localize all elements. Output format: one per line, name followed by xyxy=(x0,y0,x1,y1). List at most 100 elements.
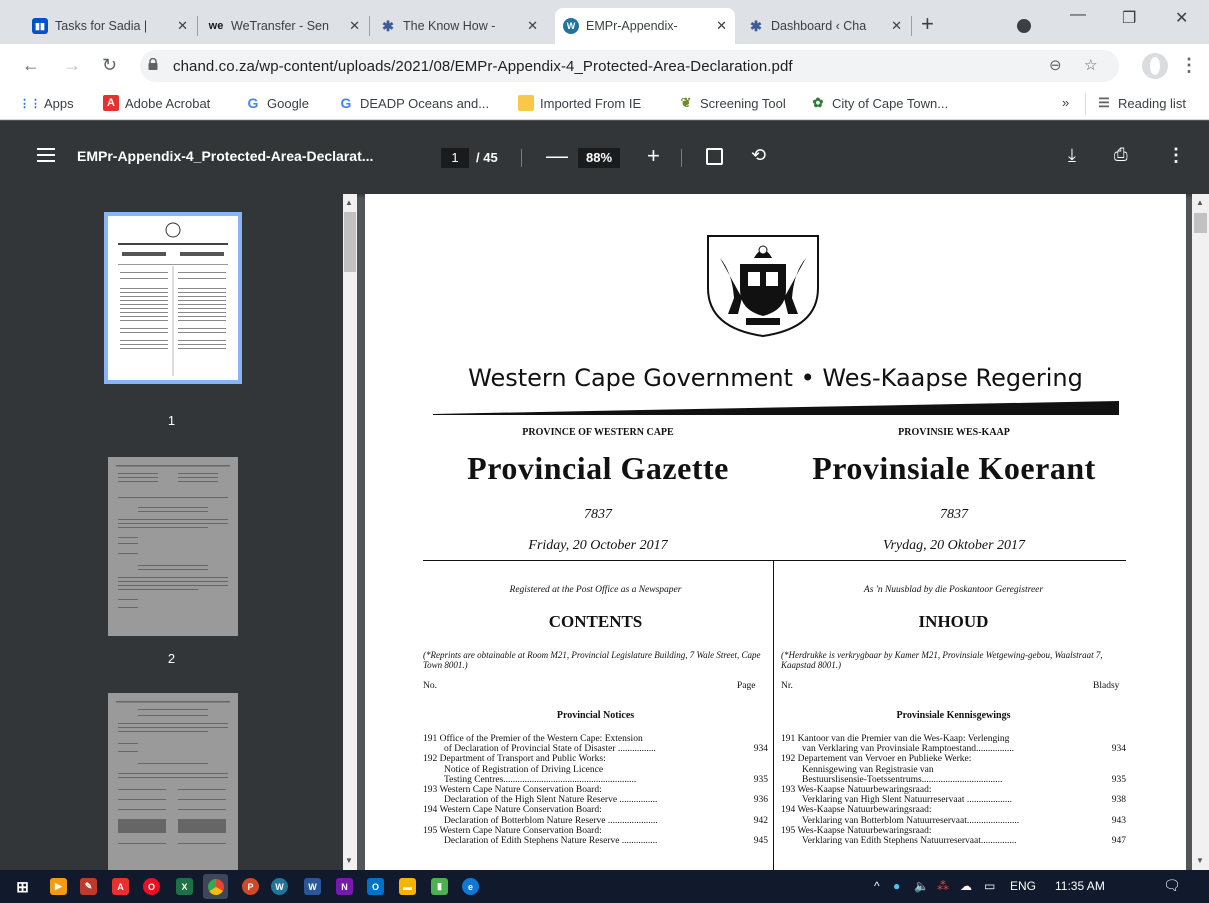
thumbnail-page-3[interactable] xyxy=(108,693,238,873)
forward-icon[interactable]: → xyxy=(63,55,81,76)
print-icon[interactable]: ⎙ xyxy=(1114,145,1128,165)
rotate-icon[interactable]: ⟲ xyxy=(751,145,766,166)
apps-grid-icon: ⋮⋮ xyxy=(19,97,41,110)
lock-icon[interactable] xyxy=(148,58,158,70)
entry-text: 193 Wes-Kaapse Natuurbewaringsraad: xyxy=(781,785,932,796)
close-tab-icon[interactable]: ✕ xyxy=(349,18,360,34)
entry-page-number: 938 xyxy=(1111,795,1126,806)
network-icon[interactable]: ▭ xyxy=(984,879,995,893)
notifications-icon[interactable]: 🗨 xyxy=(1163,877,1181,894)
acrobat-icon[interactable]: A xyxy=(112,878,129,895)
scroll-down-arrow-icon[interactable]: ▼ xyxy=(1196,856,1204,865)
powerpoint-icon[interactable]: P xyxy=(242,878,259,895)
tab-empr-appendix[interactable]: W EMPr-Appendix- ✕ xyxy=(555,8,735,44)
entry-text: 192 Department of Transport and Public W… xyxy=(423,754,606,765)
browser-menu-icon[interactable]: ⋮ xyxy=(1180,55,1198,76)
media-player-icon[interactable]: ▶ xyxy=(50,878,67,895)
zoom-input[interactable]: 88% xyxy=(578,148,620,168)
edge-icon[interactable]: e xyxy=(462,878,479,895)
url-text[interactable]: chand.co.za/wp-content/uploads/2021/08/E… xyxy=(173,58,793,75)
close-tab-icon[interactable]: ✕ xyxy=(177,18,188,34)
tab-wetransfer[interactable]: we WeTransfer - Sen ✕ xyxy=(200,8,368,44)
fit-to-page-icon[interactable] xyxy=(706,148,723,165)
contents-entry: 193 Wes-Kaapse Natuurbewaringsraad: Verkl… xyxy=(781,785,1126,805)
close-tab-icon[interactable]: ✕ xyxy=(891,18,902,34)
paint-icon[interactable]: ✎ xyxy=(80,878,97,895)
tab-search-icon[interactable] xyxy=(1017,19,1031,33)
close-tab-icon[interactable]: ✕ xyxy=(716,18,727,34)
bookmarks-bar: ⋮⋮ Apps A Adobe Acrobat G Google G DEADP… xyxy=(0,89,1209,120)
back-icon[interactable]: ← xyxy=(22,55,40,76)
reload-icon[interactable]: ↻ xyxy=(102,55,117,76)
restore-icon[interactable]: ❐ xyxy=(1122,8,1136,28)
contents-list-af: 191 Kantoor van die Premier van die Wes-… xyxy=(781,734,1126,846)
tab-tasks[interactable]: ▮▮ Tasks for Sadia | ✕ xyxy=(24,8,196,44)
wordpress-icon[interactable]: W xyxy=(271,878,288,895)
scroll-down-arrow-icon[interactable]: ▼ xyxy=(345,856,353,865)
bookmark-google[interactable]: G Google xyxy=(245,95,309,111)
reading-list[interactable]: ☰ Reading list xyxy=(1096,95,1186,111)
opera-icon[interactable]: O xyxy=(143,878,160,895)
bookmark-apps[interactable]: ⋮⋮ Apps xyxy=(19,95,74,111)
minimize-icon[interactable]: — xyxy=(1070,6,1086,24)
cloud-icon[interactable]: ☁ xyxy=(960,879,972,893)
file-explorer-icon[interactable]: ▬ xyxy=(399,878,416,895)
download-icon[interactable]: ⤓ xyxy=(1068,145,1076,166)
bookmark-label: Adobe Acrobat xyxy=(125,95,211,111)
sidebar-scrollbar[interactable]: ▲ ▼ xyxy=(343,194,357,870)
tray-overflow-icon[interactable]: ^ xyxy=(874,879,880,893)
sidebar-scrollbar-thumb[interactable] xyxy=(344,212,356,272)
thumbnail-page-2[interactable] xyxy=(108,457,238,636)
contents-entry: 191 Office of the Premier of the Western… xyxy=(423,734,768,754)
profile-avatar[interactable] xyxy=(1142,53,1168,79)
document-scrollbar[interactable]: ▲ ▼ xyxy=(1192,194,1209,870)
network-warning-icon[interactable]: ⁂ xyxy=(937,879,949,893)
government-header: Western Cape Government • Wes-Kaapse Reg… xyxy=(468,364,1083,392)
bookmark-star-icon[interactable]: ☆ xyxy=(1084,56,1097,74)
tab-know-how[interactable]: ✱ The Know How - ✕ xyxy=(372,8,546,44)
windows-start-icon[interactable]: ⊞ xyxy=(14,878,31,896)
entry-page-number: 935 xyxy=(753,774,768,785)
clock[interactable]: 11:35 AM xyxy=(1055,879,1105,893)
windows-taskbar: ⊞ ▶ ✎ A O X P W W N O ▬ ▮ e ^ ● 🔈 ⁂ ☁ ▭ … xyxy=(0,870,1209,903)
new-tab-button[interactable]: + xyxy=(921,13,934,35)
excel-icon[interactable]: X xyxy=(176,878,193,895)
word-icon[interactable]: W xyxy=(304,878,321,895)
zoom-icon[interactable]: ⊖ xyxy=(1049,56,1062,74)
gazette-date-en: Friday, 20 October 2017 xyxy=(528,538,668,553)
close-window-icon[interactable]: ✕ xyxy=(1175,8,1188,28)
bookmark-city-cape-town[interactable]: ✿ City of Cape Town... xyxy=(810,95,949,111)
menu-icon[interactable] xyxy=(37,148,55,162)
entry-text: 192 Departement van Vervoer en Publieke … xyxy=(781,754,972,765)
address-bar[interactable]: chand.co.za/wp-content/uploads/2021/08/E… xyxy=(140,50,1119,82)
entry-text: Testing Centres.........................… xyxy=(444,774,637,785)
chrome-icon xyxy=(207,878,224,895)
bookmarks-overflow[interactable]: » xyxy=(1062,95,1069,110)
page-number-input[interactable]: 1 xyxy=(441,148,469,168)
thumbnail-page-1[interactable] xyxy=(104,212,242,384)
thumbnail-page-3-preview xyxy=(116,701,230,844)
more-actions-icon[interactable]: ⋮ xyxy=(1167,145,1185,166)
pdf-title: EMPr-Appendix-4_Protected-Area-Declarat.… xyxy=(77,148,374,164)
bookmark-label: Apps xyxy=(44,95,74,111)
tray-app-icon[interactable]: ● xyxy=(893,879,900,893)
header-rule-wedge xyxy=(433,401,1119,415)
tab-dashboard[interactable]: ✱ Dashboard ‹ Cha ✕ xyxy=(740,8,910,44)
bookmark-label: Google xyxy=(267,95,309,111)
outlook-icon[interactable]: O xyxy=(367,878,384,895)
bookmark-adobe-acrobat[interactable]: A Adobe Acrobat xyxy=(103,95,210,111)
chrome-icon-active[interactable] xyxy=(203,874,228,899)
close-tab-icon[interactable]: ✕ xyxy=(527,18,538,34)
zoom-out-button[interactable]: — xyxy=(546,143,568,169)
language-indicator[interactable]: ENG xyxy=(1010,879,1036,893)
bookmark-deadp[interactable]: G DEADP Oceans and... xyxy=(338,95,490,111)
scroll-up-arrow-icon[interactable]: ▲ xyxy=(345,198,353,207)
zoom-in-button[interactable]: + xyxy=(647,143,660,169)
volume-muted-icon[interactable]: 🔈 xyxy=(914,879,929,893)
notes-icon[interactable]: ▮ xyxy=(431,878,448,895)
onenote-icon[interactable]: N xyxy=(336,878,353,895)
scroll-up-arrow-icon[interactable]: ▲ xyxy=(1196,198,1204,207)
bookmark-imported-ie[interactable]: Imported From IE xyxy=(518,95,641,111)
bookmark-screening-tool[interactable]: ❦ Screening Tool xyxy=(678,95,786,111)
document-scrollbar-thumb[interactable] xyxy=(1194,213,1207,233)
